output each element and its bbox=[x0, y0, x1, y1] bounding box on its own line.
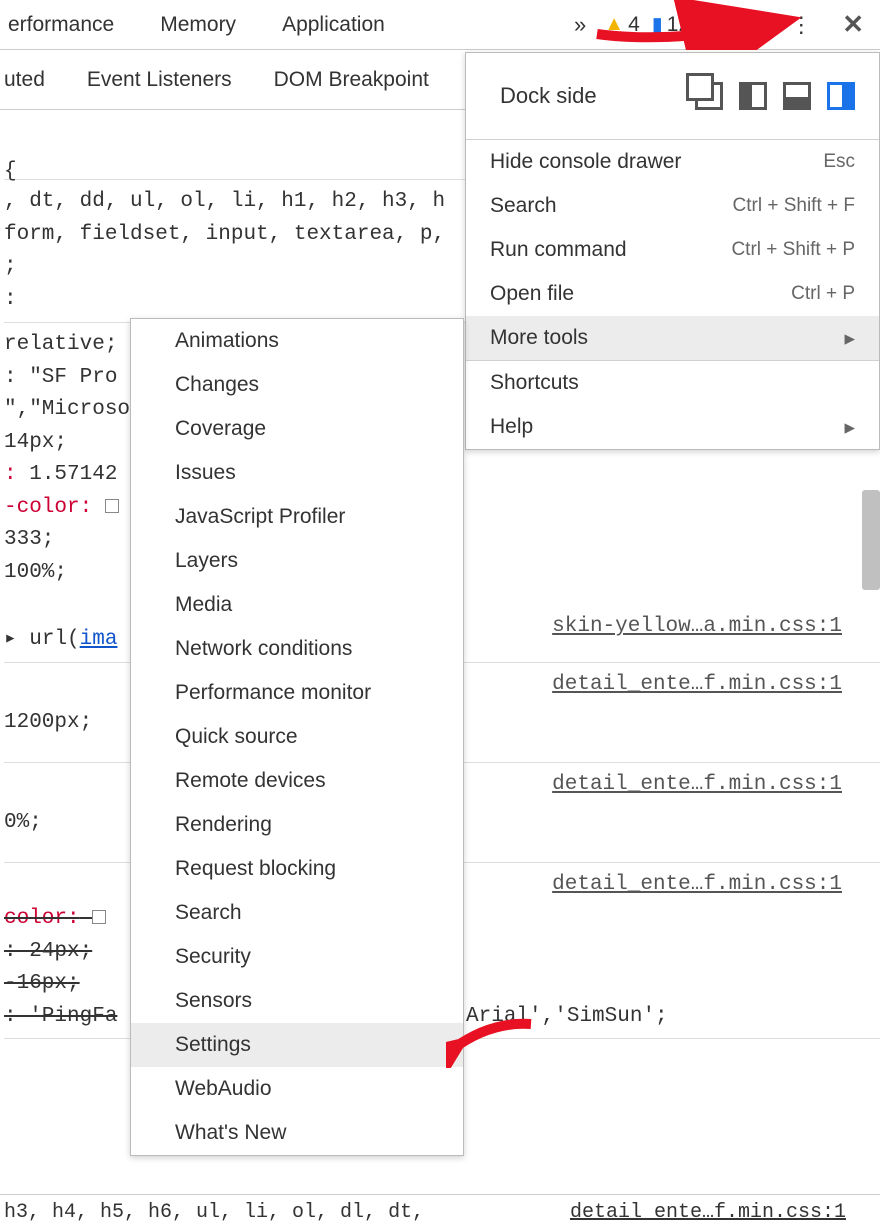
close-icon[interactable]: ✕ bbox=[842, 9, 864, 40]
scrollbar-thumb[interactable] bbox=[862, 490, 880, 590]
css-property: -color: bbox=[4, 496, 92, 519]
submenu-label: Changes bbox=[175, 373, 259, 397]
submenu-label: Security bbox=[175, 945, 251, 969]
url-link[interactable]: ima bbox=[80, 628, 118, 651]
submenu-animations[interactable]: Animations bbox=[131, 319, 463, 363]
source-link[interactable]: detail_ente…f.min.css:1 bbox=[570, 1201, 846, 1226]
submenu-quick-source[interactable]: Quick source bbox=[131, 715, 463, 759]
menu-help[interactable]: Help ▸ bbox=[466, 405, 879, 449]
menu-shortcut: Ctrl + Shift + F bbox=[733, 195, 855, 217]
css-selector: h3, h4, h5, h6, ul, li, ol, dl, dt, bbox=[4, 1201, 424, 1226]
more-tabs-icon[interactable]: » bbox=[574, 12, 586, 38]
submenu-coverage[interactable]: Coverage bbox=[131, 407, 463, 451]
submenu-label: Performance monitor bbox=[175, 681, 371, 705]
submenu-label: Animations bbox=[175, 329, 279, 353]
submenu-changes[interactable]: Changes bbox=[131, 363, 463, 407]
annotation-arrow-top bbox=[592, 0, 802, 50]
submenu-request-blocking[interactable]: Request blocking bbox=[131, 847, 463, 891]
menu-shortcut: Ctrl + Shift + P bbox=[731, 239, 855, 261]
dock-left-icon[interactable] bbox=[739, 82, 767, 110]
menu-more-tools[interactable]: More tools ▸ bbox=[466, 316, 879, 360]
menu-hide-drawer[interactable]: Hide console drawer Esc bbox=[466, 140, 879, 184]
subtab-event-listeners[interactable]: Event Listeners bbox=[87, 68, 232, 92]
menu-open-file[interactable]: Open file Ctrl + P bbox=[466, 272, 879, 316]
submenu-label: Settings bbox=[175, 1033, 251, 1057]
dock-side-label: Dock side bbox=[500, 83, 597, 109]
submenu-arrow-icon: ▸ bbox=[844, 415, 855, 440]
css-property: color: bbox=[4, 907, 80, 930]
submenu-settings[interactable]: Settings bbox=[131, 1023, 463, 1067]
color-swatch[interactable] bbox=[92, 910, 106, 924]
bottom-rule-row[interactable]: h3, h4, h5, h6, ul, li, ol, dl, dt, deta… bbox=[0, 1194, 880, 1232]
dock-right-icon[interactable] bbox=[827, 82, 855, 110]
source-link[interactable]: detail_ente…f.min.css:1 bbox=[552, 869, 842, 902]
subtab-dom-breakpoints[interactable]: DOM Breakpoint bbox=[274, 68, 429, 92]
dock-bottom-icon[interactable] bbox=[783, 82, 811, 110]
submenu-security[interactable]: Security bbox=[131, 935, 463, 979]
submenu-media[interactable]: Media bbox=[131, 583, 463, 627]
dock-undock-icon[interactable] bbox=[695, 82, 723, 110]
menu-shortcut: Ctrl + P bbox=[791, 283, 855, 305]
annotation-arrow-settings bbox=[446, 1012, 536, 1068]
menu-shortcuts[interactable]: Shortcuts bbox=[466, 361, 879, 405]
menu-label: Run command bbox=[490, 238, 627, 262]
submenu-issues[interactable]: Issues bbox=[131, 451, 463, 495]
submenu-label: Quick source bbox=[175, 725, 298, 749]
submenu-label: What's New bbox=[175, 1121, 286, 1145]
submenu-label: Sensors bbox=[175, 989, 252, 1013]
submenu-arrow-icon: ▸ bbox=[844, 326, 855, 351]
submenu-label: Issues bbox=[175, 461, 236, 485]
submenu-whats-new[interactable]: What's New bbox=[131, 1111, 463, 1155]
menu-run-command[interactable]: Run command Ctrl + Shift + P bbox=[466, 228, 879, 272]
submenu-label: Rendering bbox=[175, 813, 272, 837]
source-link[interactable]: skin-yellow…a.min.css:1 bbox=[552, 611, 842, 644]
submenu-label: Layers bbox=[175, 549, 238, 573]
menu-label: More tools bbox=[490, 326, 588, 350]
tab-memory[interactable]: Memory bbox=[160, 13, 236, 37]
submenu-search[interactable]: Search bbox=[131, 891, 463, 935]
dock-side-row: Dock side bbox=[466, 53, 879, 139]
submenu-label: WebAudio bbox=[175, 1077, 272, 1101]
menu-label: Search bbox=[490, 194, 557, 218]
menu-label: Hide console drawer bbox=[490, 150, 681, 174]
subtab-computed[interactable]: uted bbox=[4, 68, 45, 92]
color-swatch[interactable] bbox=[105, 499, 119, 513]
submenu-label: JavaScript Profiler bbox=[175, 505, 345, 529]
menu-label: Open file bbox=[490, 282, 574, 306]
submenu-js-profiler[interactable]: JavaScript Profiler bbox=[131, 495, 463, 539]
submenu-rendering[interactable]: Rendering bbox=[131, 803, 463, 847]
source-link[interactable]: detail_ente…f.min.css:1 bbox=[552, 669, 842, 702]
submenu-remote-devices[interactable]: Remote devices bbox=[131, 759, 463, 803]
submenu-label: Network conditions bbox=[175, 637, 352, 661]
brace: { bbox=[4, 160, 17, 183]
submenu-performance-monitor[interactable]: Performance monitor bbox=[131, 671, 463, 715]
tab-application[interactable]: Application bbox=[282, 13, 385, 37]
menu-shortcut: Esc bbox=[823, 151, 855, 173]
submenu-layers[interactable]: Layers bbox=[131, 539, 463, 583]
submenu-webaudio[interactable]: WebAudio bbox=[131, 1067, 463, 1111]
more-tools-submenu: Animations Changes Coverage Issues JavaS… bbox=[130, 318, 464, 1156]
submenu-label: Coverage bbox=[175, 417, 266, 441]
css-value: 1.57142 bbox=[17, 463, 118, 486]
css-value: ▸ url( bbox=[4, 628, 80, 651]
submenu-label: Remote devices bbox=[175, 769, 326, 793]
css-value: : 'PingFa bbox=[4, 1005, 117, 1028]
menu-search[interactable]: Search Ctrl + Shift + F bbox=[466, 184, 879, 228]
source-link[interactable]: detail_ente…f.min.css:1 bbox=[552, 769, 842, 802]
devtools-main-menu: Dock side Hide console drawer Esc Search… bbox=[465, 52, 880, 450]
tab-performance[interactable]: erformance bbox=[8, 13, 114, 37]
submenu-label: Media bbox=[175, 593, 232, 617]
submenu-label: Request blocking bbox=[175, 857, 336, 881]
css-property: : bbox=[4, 463, 17, 486]
submenu-label: Search bbox=[175, 901, 242, 925]
menu-label: Shortcuts bbox=[490, 371, 579, 395]
menu-label: Help bbox=[490, 415, 533, 439]
submenu-network-conditions[interactable]: Network conditions bbox=[131, 627, 463, 671]
submenu-sensors[interactable]: Sensors bbox=[131, 979, 463, 1023]
